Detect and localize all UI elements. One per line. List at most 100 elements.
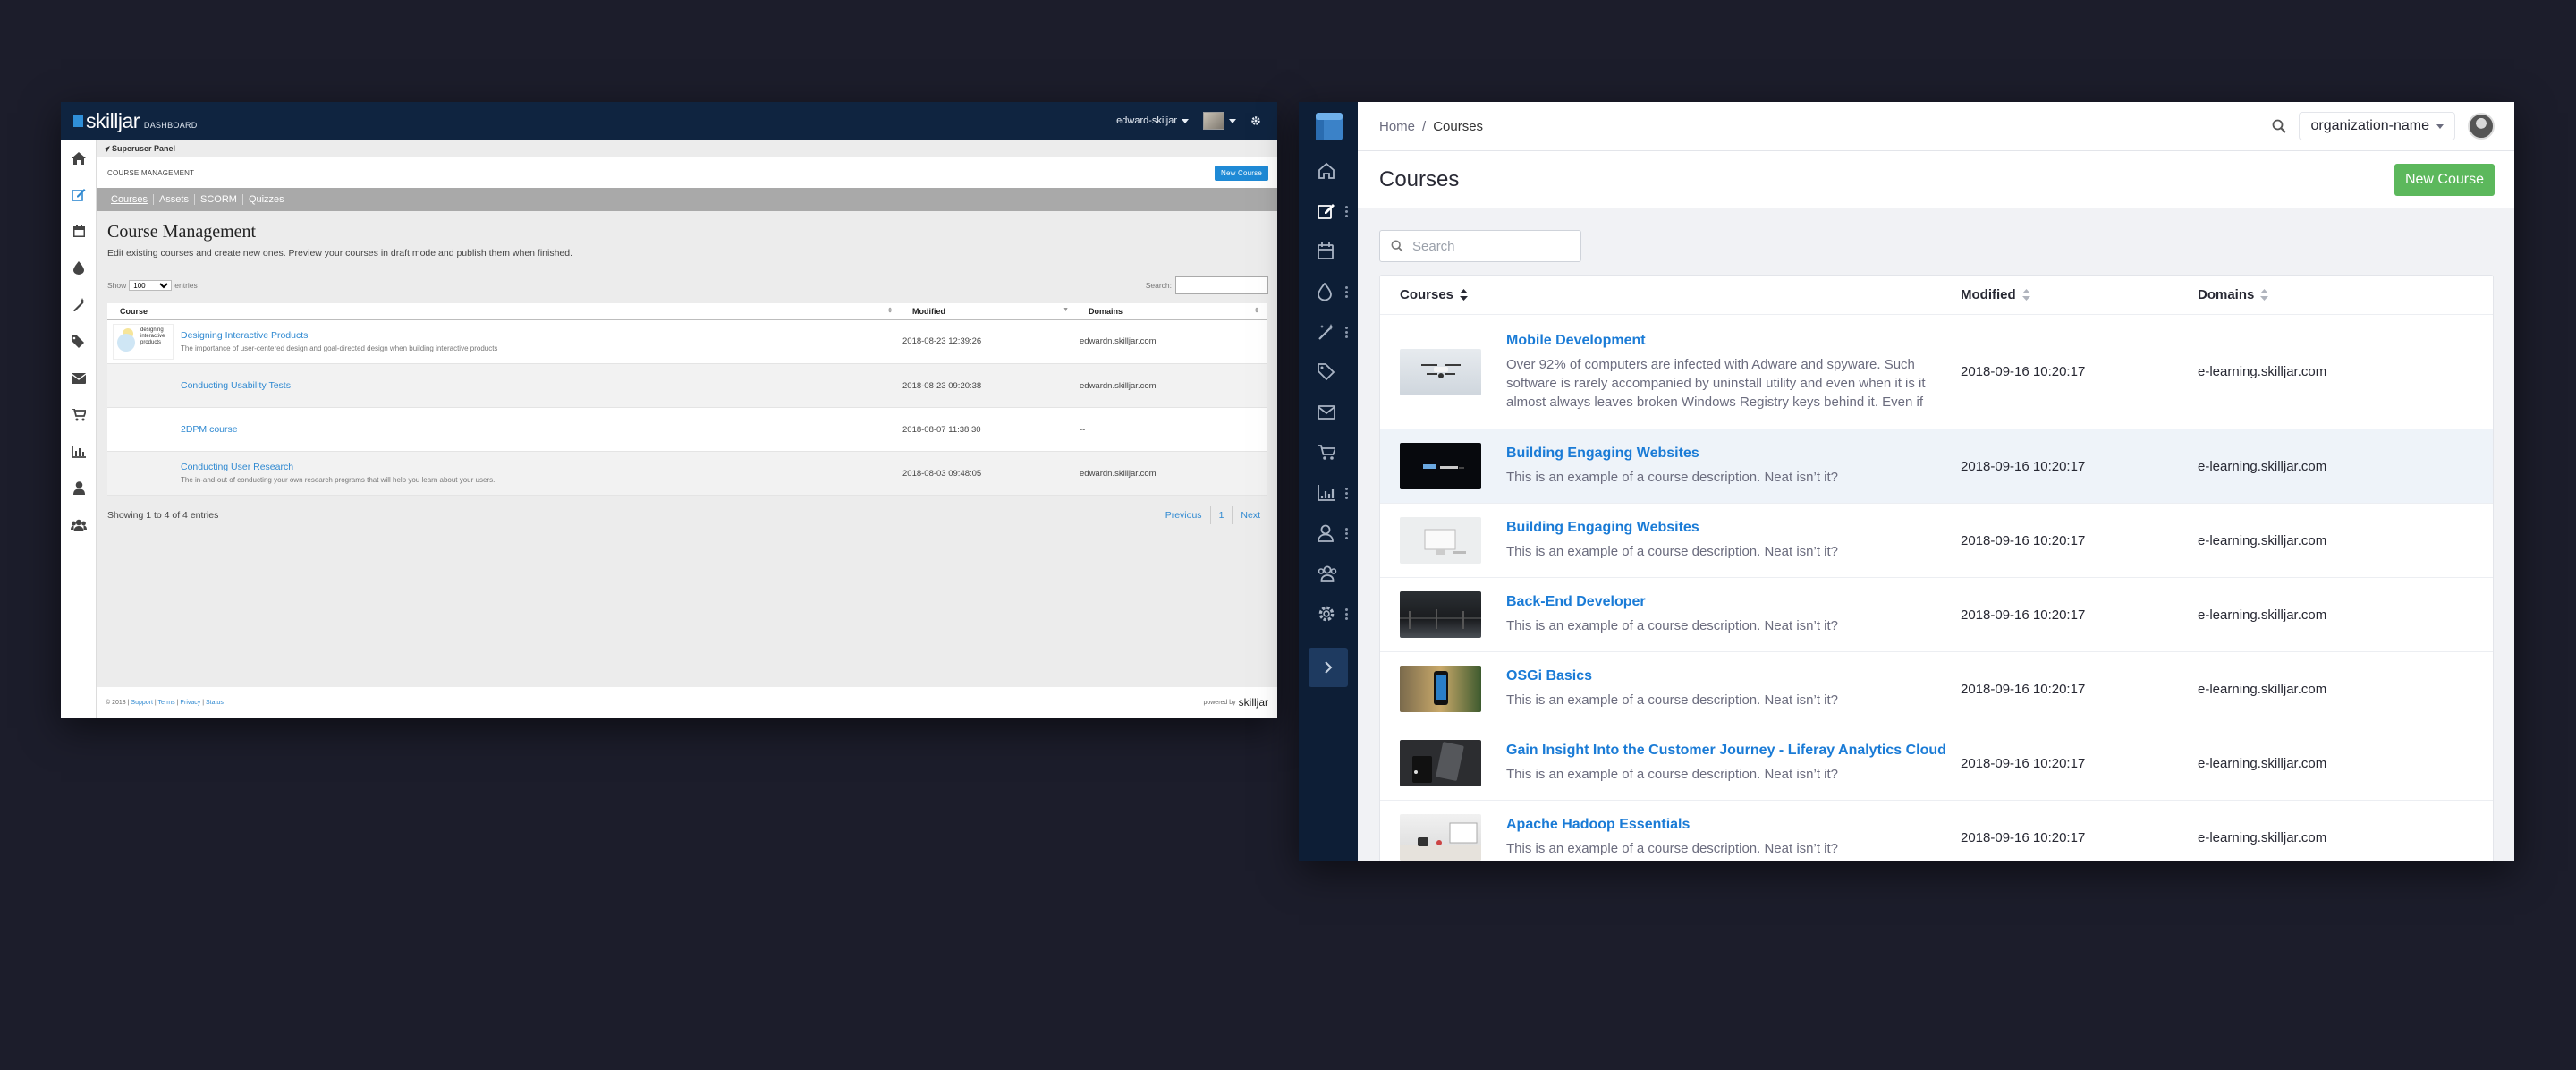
course-link[interactable]: Building Engaging Websites: [1506, 446, 1958, 462]
old-footer: © 2018 | Support | Terms | Privacy | Sta…: [97, 687, 1277, 718]
more-icon[interactable]: [1345, 528, 1348, 539]
column-header-domains[interactable]: Domains ⇕: [1076, 303, 1267, 320]
course-link[interactable]: Conducting User Research: [181, 462, 495, 472]
chart-icon[interactable]: [61, 433, 97, 470]
expand-sidebar-button[interactable]: [1309, 648, 1348, 687]
table-header: Courses Modified Domains: [1380, 276, 2493, 315]
new-course-button[interactable]: New Course: [2394, 163, 2495, 196]
magic-wand-icon[interactable]: [61, 286, 97, 323]
new-course-button[interactable]: New Course: [1214, 165, 1268, 181]
app-logo-icon[interactable]: [1316, 113, 1343, 140]
breadcrumb-home[interactable]: Home: [1379, 119, 1415, 134]
more-icon[interactable]: [1345, 286, 1348, 298]
edit-icon[interactable]: [61, 176, 97, 213]
sidebar-item-courses[interactable]: [1299, 191, 1358, 231]
sidebar-item-tags[interactable]: [1299, 352, 1358, 392]
mail-icon: [1318, 404, 1335, 420]
table-row[interactable]: 2DPM course 2018-08-07 11:38:30 --: [107, 407, 1267, 452]
more-icon[interactable]: [1345, 206, 1348, 217]
table-row[interactable]: Conducting User Research The in-and-out …: [107, 451, 1267, 496]
copyright: © 2018 |: [106, 699, 130, 706]
home-icon[interactable]: [61, 140, 97, 176]
course-link[interactable]: Building Engaging Websites: [1506, 520, 1958, 536]
sidebar-item-cart[interactable]: [1299, 432, 1358, 472]
more-icon[interactable]: [1345, 327, 1348, 338]
sidebar-item-users[interactable]: [1299, 553, 1358, 593]
course-link[interactable]: 2DPM course: [181, 424, 238, 435]
course-link[interactable]: Back-End Developer: [1506, 594, 1958, 610]
old-dashboard-window: skilljar DASHBOARD edward-skiljar Superu…: [61, 102, 1277, 718]
previous-page-button[interactable]: Previous: [1157, 506, 1210, 524]
search-input[interactable]: [1175, 276, 1268, 294]
more-icon[interactable]: [1345, 608, 1348, 620]
modified-cell: 2018-09-16 10:20:17: [1961, 681, 2086, 697]
calendar-icon[interactable]: [61, 213, 97, 250]
table-info: Showing 1 to 4 of 4 entries Previous 1 N…: [107, 506, 1268, 524]
table-row[interactable]: Building Engaging Websites This is an ex…: [1380, 504, 2493, 578]
organization-dropdown[interactable]: organization-name: [2299, 112, 2455, 140]
terms-link[interactable]: Terms: [158, 700, 175, 706]
sidebar-item-drop[interactable]: [1299, 271, 1358, 311]
tag-icon: [1318, 363, 1335, 380]
tab-assets[interactable]: Assets: [154, 194, 195, 205]
page-1-button[interactable]: 1: [1209, 506, 1233, 524]
table-row[interactable]: Mobile Development Over 92% of computers…: [1380, 315, 2493, 429]
skilljar-logo[interactable]: skilljar DASHBOARD: [73, 109, 198, 133]
breadcrumb[interactable]: Superuser Panel: [97, 140, 1277, 157]
course-link[interactable]: Conducting Usability Tests: [181, 380, 291, 391]
course-link[interactable]: Designing Interactive Products: [181, 330, 497, 341]
course-link[interactable]: Gain Insight Into the Customer Journey -…: [1506, 743, 1958, 759]
table-row[interactable]: Conducting Usability Tests 2018-08-23 09…: [107, 363, 1267, 408]
privacy-link[interactable]: Privacy: [180, 700, 200, 706]
cart-icon[interactable]: [61, 396, 97, 433]
showing-text: Showing 1 to 4 of 4 entries: [107, 510, 219, 521]
table-row[interactable]: Back-End Developer This is an example of…: [1380, 578, 2493, 652]
pagination: Previous 1 Next: [1157, 506, 1268, 524]
column-header-courses[interactable]: Courses: [1380, 287, 1961, 302]
status-link[interactable]: Status: [206, 700, 224, 706]
table-row[interactable]: designing interactive products Designing…: [107, 319, 1267, 364]
course-link[interactable]: OSGi Basics: [1506, 668, 1958, 684]
mail-icon[interactable]: [61, 360, 97, 396]
column-header-modified[interactable]: Modified: [1961, 287, 2198, 302]
avatar[interactable]: [2468, 113, 2495, 140]
course-link[interactable]: Mobile Development: [1506, 333, 1958, 349]
column-header-domains[interactable]: Domains: [2198, 287, 2269, 302]
tab-quizzes[interactable]: Quizzes: [243, 194, 290, 205]
tab-scorm[interactable]: SCORM: [195, 194, 243, 205]
table-row[interactable]: Gain Insight Into the Customer Journey -…: [1380, 726, 2493, 801]
support-link[interactable]: Support: [131, 700, 153, 706]
course-link[interactable]: Apache Hadoop Essentials: [1506, 817, 1958, 833]
domain-cell: e-learning.skilljar.com: [2198, 532, 2327, 548]
sidebar-item-analytics[interactable]: [1299, 472, 1358, 513]
sidebar-item-magic[interactable]: [1299, 311, 1358, 352]
tag-icon[interactable]: [61, 323, 97, 360]
users-icon[interactable]: [61, 506, 97, 543]
sidebar-item-mail[interactable]: [1299, 392, 1358, 432]
sidebar-item-home[interactable]: [1299, 150, 1358, 191]
modified-cell: 2018-09-16 10:20:17: [1961, 532, 2086, 548]
more-icon[interactable]: [1345, 488, 1348, 499]
sidebar-item-settings[interactable]: [1299, 593, 1358, 633]
column-header-course[interactable]: Course ⇕: [107, 303, 900, 320]
sidebar-item-user[interactable]: [1299, 513, 1358, 553]
user-icon[interactable]: [61, 470, 97, 506]
search-input[interactable]: [1412, 238, 1564, 254]
search-icon: [1391, 240, 1403, 252]
avatar-menu[interactable]: [1203, 112, 1236, 130]
sidebar-item-calendar[interactable]: [1299, 231, 1358, 271]
search-icon[interactable]: [2272, 119, 2287, 133]
domain-cell: --: [1076, 407, 1267, 452]
gear-icon[interactable]: [1250, 115, 1261, 126]
next-page-button[interactable]: Next: [1233, 506, 1268, 524]
entries-select[interactable]: 100: [129, 280, 173, 291]
table-row[interactable]: Apache Hadoop Essentials This is an exam…: [1380, 801, 2493, 861]
table-row[interactable]: Building Engaging Websites This is an ex…: [1380, 429, 2493, 504]
magic-wand-icon: [1318, 323, 1335, 341]
modified-cell: 2018-08-07 11:38:30: [900, 407, 1076, 452]
drop-icon[interactable]: [61, 250, 97, 286]
tab-courses[interactable]: Courses: [106, 194, 154, 205]
column-header-modified[interactable]: Modified ▼: [900, 303, 1076, 320]
table-row[interactable]: OSGi Basics This is an example of a cour…: [1380, 652, 2493, 726]
user-menu[interactable]: edward-skiljar: [1116, 115, 1189, 126]
